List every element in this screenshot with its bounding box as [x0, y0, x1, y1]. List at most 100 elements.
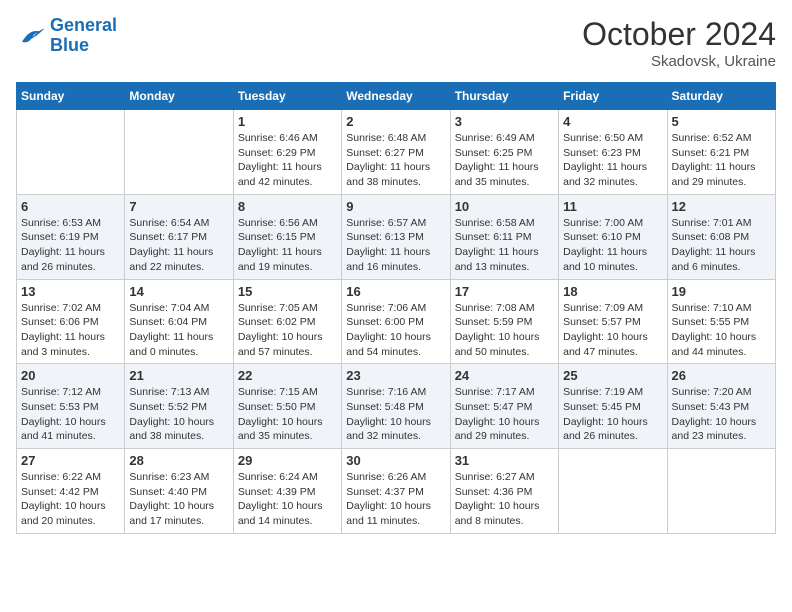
- day-info: Sunrise: 7:10 AM Sunset: 5:55 PM Dayligh…: [672, 301, 771, 360]
- calendar-week-row: 1Sunrise: 6:46 AM Sunset: 6:29 PM Daylig…: [17, 110, 776, 195]
- day-info: Sunrise: 7:12 AM Sunset: 5:53 PM Dayligh…: [21, 385, 120, 444]
- calendar-cell: 15 Sunrise: 7:05 AM Sunset: 6:02 PM Dayli…: [233, 279, 341, 364]
- day-info: Sunrise: 7:01 AM Sunset: 6:08 PM Dayligh…: [672, 216, 771, 275]
- day-number: 31: [455, 453, 554, 468]
- day-info: Sunrise: 7:15 AM Sunset: 5:50 PM Dayligh…: [238, 385, 337, 444]
- calendar-cell: 9 Sunrise: 6:57 AM Sunset: 6:13 PM Daylig…: [342, 194, 450, 279]
- day-number: 9: [346, 199, 445, 214]
- day-info: Sunrise: 6:49 AM Sunset: 6:25 PM Dayligh…: [455, 131, 554, 190]
- calendar-cell: 4 Sunrise: 6:50 AM Sunset: 6:23 PM Daylig…: [559, 110, 667, 195]
- calendar-week-row: 6 Sunrise: 6:53 AM Sunset: 6:19 PM Daylig…: [17, 194, 776, 279]
- calendar-cell: 6 Sunrise: 6:53 AM Sunset: 6:19 PM Daylig…: [17, 194, 125, 279]
- day-number: 15: [238, 284, 337, 299]
- day-info: Sunrise: 6:57 AM Sunset: 6:13 PM Dayligh…: [346, 216, 445, 275]
- day-info: Sunrise: 7:02 AM Sunset: 6:06 PM Dayligh…: [21, 301, 120, 360]
- day-info: Sunrise: 6:27 AM Sunset: 4:36 PM Dayligh…: [455, 470, 554, 529]
- weekday-header: Sunday: [17, 83, 125, 110]
- calendar-cell: 8 Sunrise: 6:56 AM Sunset: 6:15 PM Daylig…: [233, 194, 341, 279]
- calendar-cell: 14Sunrise: 7:04 AM Sunset: 6:04 PM Dayli…: [125, 279, 233, 364]
- day-info: Sunrise: 6:48 AM Sunset: 6:27 PM Dayligh…: [346, 131, 445, 190]
- calendar-cell: 18 Sunrise: 7:09 AM Sunset: 5:57 PM Dayli…: [559, 279, 667, 364]
- calendar-cell: 10 Sunrise: 6:58 AM Sunset: 6:11 PM Dayli…: [450, 194, 558, 279]
- calendar-cell: 22 Sunrise: 7:15 AM Sunset: 5:50 PM Dayli…: [233, 364, 341, 449]
- calendar-cell: 5Sunrise: 6:52 AM Sunset: 6:21 PM Daylig…: [667, 110, 775, 195]
- calendar-cell: 17Sunrise: 7:08 AM Sunset: 5:59 PM Dayli…: [450, 279, 558, 364]
- day-number: 26: [672, 368, 771, 383]
- weekday-header: Tuesday: [233, 83, 341, 110]
- weekday-header: Wednesday: [342, 83, 450, 110]
- calendar-table: SundayMondayTuesdayWednesdayThursdayFrid…: [16, 82, 776, 534]
- day-info: Sunrise: 7:05 AM Sunset: 6:02 PM Dayligh…: [238, 301, 337, 360]
- weekday-header: Thursday: [450, 83, 558, 110]
- day-info: Sunrise: 6:58 AM Sunset: 6:11 PM Dayligh…: [455, 216, 554, 275]
- day-number: 14: [129, 284, 228, 299]
- day-info: Sunrise: 7:19 AM Sunset: 5:45 PM Dayligh…: [563, 385, 662, 444]
- calendar-cell: 3Sunrise: 6:49 AM Sunset: 6:25 PM Daylig…: [450, 110, 558, 195]
- day-number: 21: [129, 368, 228, 383]
- calendar-week-row: 20 Sunrise: 7:12 AM Sunset: 5:53 PM Dayli…: [17, 364, 776, 449]
- calendar-cell: 29 Sunrise: 6:24 AM Sunset: 4:39 PM Dayli…: [233, 449, 341, 534]
- day-info: Sunrise: 7:13 AM Sunset: 5:52 PM Dayligh…: [129, 385, 228, 444]
- day-info: Sunrise: 6:52 AM Sunset: 6:21 PM Dayligh…: [672, 131, 771, 190]
- page-header: General Blue October 2024 Skadovsk, Ukra…: [16, 16, 776, 70]
- day-number: 27: [21, 453, 120, 468]
- day-number: 10: [455, 199, 554, 214]
- calendar-cell: 24 Sunrise: 7:17 AM Sunset: 5:47 PM Dayli…: [450, 364, 558, 449]
- day-number: 19: [672, 284, 771, 299]
- calendar-cell: [17, 110, 125, 195]
- day-number: 8: [238, 199, 337, 214]
- day-number: 24: [455, 368, 554, 383]
- title-block: October 2024 Skadovsk, Ukraine: [582, 16, 776, 70]
- day-info: Sunrise: 6:53 AM Sunset: 6:19 PM Dayligh…: [21, 216, 120, 275]
- month-title: October 2024: [582, 16, 776, 53]
- day-number: 17: [455, 284, 554, 299]
- calendar-cell: 25 Sunrise: 7:19 AM Sunset: 5:45 PM Dayli…: [559, 364, 667, 449]
- day-number: 28: [129, 453, 228, 468]
- day-number: 25: [563, 368, 662, 383]
- day-number: 1: [238, 114, 337, 129]
- calendar-cell: [125, 110, 233, 195]
- day-number: 18: [563, 284, 662, 299]
- day-info: Sunrise: 7:20 AM Sunset: 5:43 PM Dayligh…: [672, 385, 771, 444]
- calendar-cell: 12Sunrise: 7:01 AM Sunset: 6:08 PM Dayli…: [667, 194, 775, 279]
- day-info: Sunrise: 7:00 AM Sunset: 6:10 PM Dayligh…: [563, 216, 662, 275]
- logo-icon: [16, 21, 46, 51]
- day-info: Sunrise: 6:23 AM Sunset: 4:40 PM Dayligh…: [129, 470, 228, 529]
- calendar-cell: 30 Sunrise: 6:26 AM Sunset: 4:37 PM Dayli…: [342, 449, 450, 534]
- weekday-header: Friday: [559, 83, 667, 110]
- day-number: 4: [563, 114, 662, 129]
- day-info: Sunrise: 7:17 AM Sunset: 5:47 PM Dayligh…: [455, 385, 554, 444]
- calendar-week-row: 13 Sunrise: 7:02 AM Sunset: 6:06 PM Dayli…: [17, 279, 776, 364]
- day-info: Sunrise: 7:06 AM Sunset: 6:00 PM Dayligh…: [346, 301, 445, 360]
- day-info: Sunrise: 7:09 AM Sunset: 5:57 PM Dayligh…: [563, 301, 662, 360]
- day-number: 16: [346, 284, 445, 299]
- day-info: Sunrise: 6:50 AM Sunset: 6:23 PM Dayligh…: [563, 131, 662, 190]
- logo: General Blue: [16, 16, 117, 56]
- day-info: Sunrise: 6:24 AM Sunset: 4:39 PM Dayligh…: [238, 470, 337, 529]
- weekday-header: Monday: [125, 83, 233, 110]
- day-number: 29: [238, 453, 337, 468]
- calendar-cell: 2 Sunrise: 6:48 AM Sunset: 6:27 PM Daylig…: [342, 110, 450, 195]
- day-info: Sunrise: 6:54 AM Sunset: 6:17 PM Dayligh…: [129, 216, 228, 275]
- day-number: 13: [21, 284, 120, 299]
- calendar-cell: 26 Sunrise: 7:20 AM Sunset: 5:43 PM Dayli…: [667, 364, 775, 449]
- day-info: Sunrise: 6:56 AM Sunset: 6:15 PM Dayligh…: [238, 216, 337, 275]
- weekday-header-row: SundayMondayTuesdayWednesdayThursdayFrid…: [17, 83, 776, 110]
- day-info: Sunrise: 6:22 AM Sunset: 4:42 PM Dayligh…: [21, 470, 120, 529]
- calendar-cell: 16 Sunrise: 7:06 AM Sunset: 6:00 PM Dayli…: [342, 279, 450, 364]
- day-number: 2: [346, 114, 445, 129]
- calendar-cell: [667, 449, 775, 534]
- day-number: 6: [21, 199, 120, 214]
- calendar-cell: 19 Sunrise: 7:10 AM Sunset: 5:55 PM Dayli…: [667, 279, 775, 364]
- calendar-cell: 7Sunrise: 6:54 AM Sunset: 6:17 PM Daylig…: [125, 194, 233, 279]
- day-number: 11: [563, 199, 662, 214]
- day-info: Sunrise: 6:26 AM Sunset: 4:37 PM Dayligh…: [346, 470, 445, 529]
- subtitle: Skadovsk, Ukraine: [582, 53, 776, 70]
- calendar-cell: 21 Sunrise: 7:13 AM Sunset: 5:52 PM Dayli…: [125, 364, 233, 449]
- day-number: 30: [346, 453, 445, 468]
- day-number: 22: [238, 368, 337, 383]
- weekday-header: Saturday: [667, 83, 775, 110]
- day-number: 20: [21, 368, 120, 383]
- day-info: Sunrise: 7:16 AM Sunset: 5:48 PM Dayligh…: [346, 385, 445, 444]
- logo-text: General Blue: [50, 16, 117, 56]
